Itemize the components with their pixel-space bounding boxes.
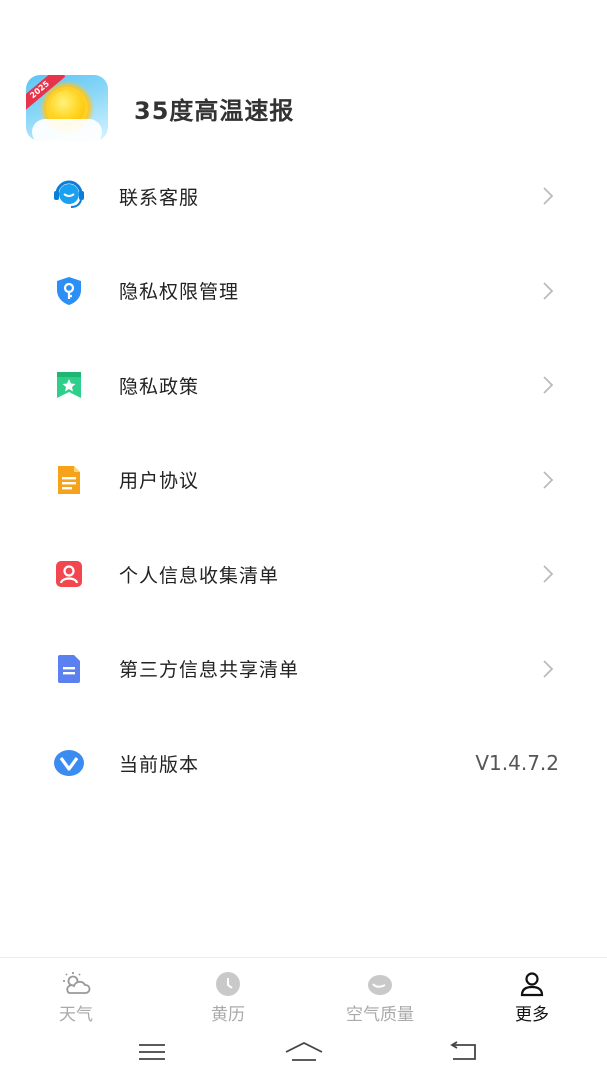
bookmark-star-icon — [52, 368, 86, 402]
home-icon[interactable] — [284, 1037, 324, 1067]
menu-label: 第三方信息共享清单 — [119, 659, 300, 682]
menu-icon[interactable] — [132, 1037, 172, 1067]
document-icon — [52, 463, 86, 497]
back-icon[interactable] — [442, 1037, 482, 1067]
menu-item-privacy-permissions[interactable]: 隐私权限管理 — [0, 244, 607, 339]
person-card-icon — [52, 557, 86, 591]
chevron-right-icon — [540, 280, 556, 302]
menu-item-privacy-policy[interactable]: 隐私政策 — [0, 338, 607, 433]
more-page: 2025 35度高温速报 联系客服 隐私权限管理 隐私政策 用户协议 个人信息收… — [0, 0, 607, 1080]
version-v-icon — [52, 746, 86, 780]
chevron-right-icon — [540, 374, 556, 396]
tab-weather[interactable]: 天气 — [16, 958, 136, 1028]
headset-icon — [52, 179, 86, 213]
calendar-clock-icon — [213, 970, 243, 998]
menu-item-current-version: 当前版本 V1.4.7.2 — [0, 716, 607, 811]
menu-item-customer-service[interactable]: 联系客服 — [0, 149, 607, 244]
menu-label: 隐私权限管理 — [119, 281, 240, 304]
chevron-right-icon — [540, 469, 556, 491]
tab-air-quality[interactable]: 空气质量 — [320, 958, 440, 1028]
settings-menu: 联系客服 隐私权限管理 隐私政策 用户协议 个人信息收集清单 第三方信息共享清单… — [0, 149, 607, 811]
profile-icon — [517, 970, 547, 998]
tab-label: 天气 — [59, 1005, 93, 1025]
file-list-icon — [52, 652, 86, 686]
version-value: V1.4.7.2 — [475, 751, 559, 776]
menu-label: 隐私政策 — [119, 375, 200, 398]
tab-label: 空气质量 — [346, 1005, 414, 1025]
app-header: 2025 35度高温速报 — [26, 75, 294, 141]
menu-item-user-agreement[interactable]: 用户协议 — [0, 433, 607, 528]
menu-label: 用户协议 — [119, 470, 200, 493]
air-quality-icon — [365, 970, 395, 998]
tab-more[interactable]: 更多 — [472, 958, 592, 1028]
app-logo: 2025 — [26, 75, 108, 141]
app-title: 35度高温速报 — [134, 96, 295, 125]
weather-icon — [61, 970, 91, 998]
tab-label: 更多 — [515, 1005, 549, 1025]
shield-key-icon — [52, 274, 86, 308]
menu-item-third-party-sharing-list[interactable]: 第三方信息共享清单 — [0, 622, 607, 717]
menu-label: 联系客服 — [119, 186, 200, 209]
menu-item-personal-info-list[interactable]: 个人信息收集清单 — [0, 527, 607, 622]
menu-label: 当前版本 — [119, 753, 200, 776]
system-nav-bar — [0, 1027, 607, 1080]
chevron-right-icon — [540, 658, 556, 680]
menu-label: 个人信息收集清单 — [119, 564, 280, 587]
tab-almanac[interactable]: 黄历 — [168, 958, 288, 1028]
chevron-right-icon — [540, 185, 556, 207]
chevron-right-icon — [540, 563, 556, 585]
bottom-nav: 天气 黄历 空气质量 更多 — [0, 957, 607, 1027]
tab-label: 黄历 — [211, 1005, 245, 1025]
